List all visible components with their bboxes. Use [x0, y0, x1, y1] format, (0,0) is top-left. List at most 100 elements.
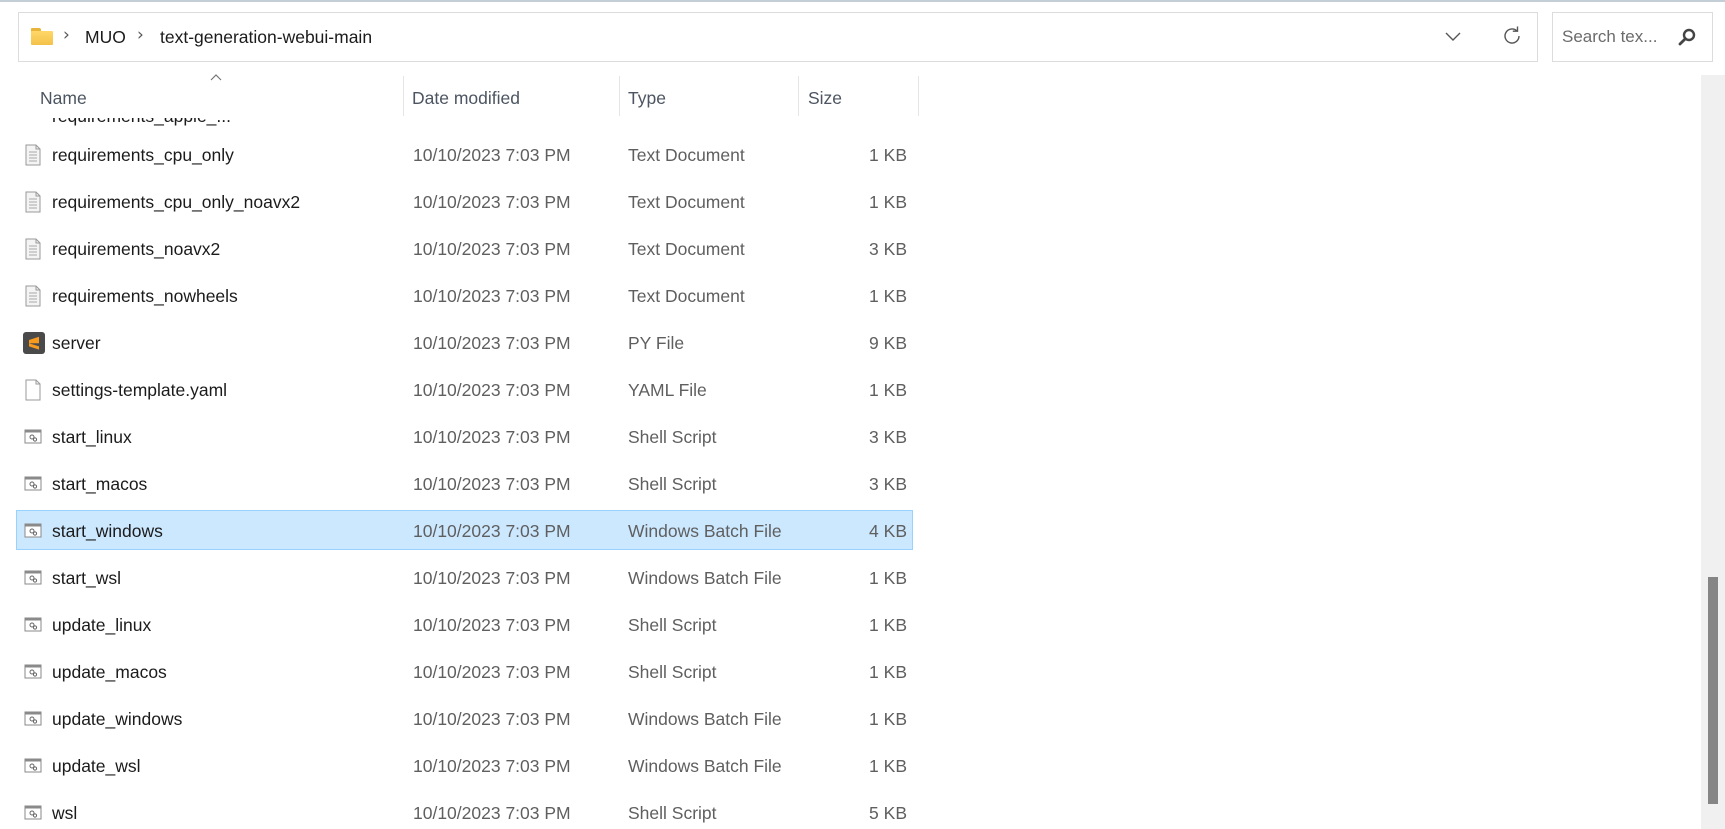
script-file-icon [23, 614, 43, 636]
file-type: Shell Script [628, 427, 717, 447]
breadcrumb-separator[interactable]: › [137, 25, 144, 45]
sublime-text-icon [23, 332, 45, 354]
file-row[interactable]: wsl 10/10/2023 7:03 PM Shell Script 5 KB [16, 792, 913, 829]
window-top-border [0, 0, 1725, 2]
file-name[interactable]: update_macos [52, 662, 167, 683]
file-type: Windows Batch File [628, 568, 782, 588]
file-size: 1 KB [869, 756, 907, 776]
file-list: requirements_apple_... requirements_cpu_… [0, 118, 1700, 829]
file-type: Shell Script [628, 474, 717, 494]
refresh-button[interactable] [1500, 24, 1524, 48]
file-row[interactable]: requirements_cpu_only_noavx2 10/10/2023 7… [16, 181, 913, 221]
sort-ascending-icon [210, 74, 222, 81]
column-resize-handle[interactable] [619, 76, 620, 116]
script-file-icon [23, 661, 43, 683]
file-size: 1 KB [869, 709, 907, 729]
column-header-row: Name Date modified Type Size [0, 72, 1700, 118]
file-size: 4 KB [869, 521, 907, 541]
search-icon[interactable] [1677, 27, 1697, 47]
file-name[interactable]: update_windows [52, 709, 182, 730]
file-row[interactable]: update_wsl 10/10/2023 7:03 PM Windows Batc… [16, 745, 913, 785]
file-row[interactable]: update_windows 10/10/2023 7:03 PM Windows … [16, 698, 913, 738]
file-name[interactable]: requirements_cpu_only_noavx2 [52, 192, 300, 213]
breadcrumb-current-folder[interactable]: text-generation-webui-main [160, 27, 372, 48]
file-size: 1 KB [869, 615, 907, 635]
file-name[interactable]: start_linux [52, 427, 132, 448]
folder-icon [31, 28, 53, 45]
file-type: Text Document [628, 145, 745, 165]
vertical-scrollbar[interactable] [1701, 75, 1725, 829]
file-type: Shell Script [628, 662, 717, 682]
file-name[interactable]: wsl [52, 803, 77, 824]
file-name[interactable]: start_windows [52, 521, 163, 542]
file-date-modified: 10/10/2023 7:03 PM [413, 380, 571, 400]
file-row[interactable]: start_windows 10/10/2023 7:03 PM Windows B… [16, 510, 913, 550]
script-file-icon [23, 426, 43, 448]
file-name[interactable]: start_macos [52, 474, 147, 495]
text-file-icon [23, 144, 43, 166]
file-name[interactable]: requirements_noavx2 [52, 239, 220, 260]
file-date-modified: 10/10/2023 7:03 PM [413, 286, 571, 306]
scrollbar-thumb[interactable] [1708, 577, 1718, 804]
script-file-icon [23, 802, 43, 824]
file-row[interactable]: requirements_noavx2 10/10/2023 7:03 PM Tex… [16, 228, 913, 268]
file-type: Text Document [628, 286, 745, 306]
file-size: 1 KB [869, 568, 907, 588]
file-row[interactable]: requirements_cpu_only 10/10/2023 7:03 PM T… [16, 134, 913, 174]
file-name[interactable]: requirements_nowheels [52, 286, 238, 307]
file-size: 3 KB [869, 427, 907, 447]
address-bar[interactable]: › MUO › text-generation-webui-main [18, 12, 1538, 62]
file-date-modified: 10/10/2023 7:03 PM [413, 333, 571, 353]
file-name[interactable]: settings-template.yaml [52, 380, 227, 401]
column-header-date-modified[interactable]: Date modified [412, 88, 520, 109]
file-type: Windows Batch File [628, 521, 782, 541]
file-size: 3 KB [869, 474, 907, 494]
file-name[interactable]: update_linux [52, 615, 151, 636]
file-date-modified: 10/10/2023 7:03 PM [413, 568, 571, 588]
column-header-name[interactable]: Name [40, 88, 87, 109]
file-type: Windows Batch File [628, 709, 782, 729]
file-date-modified: 10/10/2023 7:03 PM [413, 474, 571, 494]
file-type: YAML File [628, 380, 707, 400]
file-name[interactable]: update_wsl [52, 756, 141, 777]
file-type: Shell Script [628, 615, 717, 635]
script-file-icon [23, 520, 43, 542]
script-file-icon [23, 473, 43, 495]
column-header-size[interactable]: Size [808, 88, 842, 109]
file-date-modified: 10/10/2023 7:03 PM [413, 709, 571, 729]
breadcrumb-muo[interactable]: MUO [85, 27, 126, 48]
file-size: 1 KB [869, 192, 907, 212]
file-name[interactable]: server [52, 333, 101, 354]
column-resize-handle[interactable] [403, 76, 404, 116]
search-input[interactable] [1562, 26, 1674, 48]
script-file-icon [23, 755, 43, 777]
file-date-modified: 10/10/2023 7:03 PM [413, 803, 571, 823]
file-row[interactable]: update_macos 10/10/2023 7:03 PM Shell Scri… [16, 651, 913, 691]
text-file-icon [23, 191, 43, 213]
file-type: Windows Batch File [628, 756, 782, 776]
partially-visible-file-name[interactable]: requirements_apple_... [52, 118, 231, 127]
file-date-modified: 10/10/2023 7:03 PM [413, 192, 571, 212]
file-row[interactable]: start_linux 10/10/2023 7:03 PM Shell Scrip… [16, 416, 913, 456]
file-row[interactable]: server 10/10/2023 7:03 PM PY File 9 KB [16, 322, 913, 362]
file-row[interactable]: settings-template.yaml 10/10/2023 7:03 PM… [16, 369, 913, 409]
file-name[interactable]: requirements_cpu_only [52, 145, 234, 166]
file-name[interactable]: start_wsl [52, 568, 121, 589]
column-header-type[interactable]: Type [628, 88, 666, 109]
file-size: 1 KB [869, 286, 907, 306]
text-file-icon [23, 285, 43, 307]
address-history-dropdown-button[interactable] [1442, 25, 1464, 47]
file-date-modified: 10/10/2023 7:03 PM [413, 521, 571, 541]
file-date-modified: 10/10/2023 7:03 PM [413, 756, 571, 776]
text-file-icon [23, 238, 43, 260]
search-box[interactable] [1552, 12, 1713, 62]
breadcrumb-separator[interactable]: › [63, 25, 70, 45]
column-resize-handle[interactable] [798, 76, 799, 116]
file-row[interactable]: start_macos 10/10/2023 7:03 PM Shell Scrip… [16, 463, 913, 503]
script-file-icon [23, 567, 43, 589]
column-resize-handle[interactable] [918, 76, 919, 116]
file-row[interactable]: update_linux 10/10/2023 7:03 PM Shell Scri… [16, 604, 913, 644]
file-row[interactable]: requirements_nowheels 10/10/2023 7:03 PM T… [16, 275, 913, 315]
file-size: 3 KB [869, 239, 907, 259]
file-row[interactable]: start_wsl 10/10/2023 7:03 PM Windows Batch… [16, 557, 913, 597]
